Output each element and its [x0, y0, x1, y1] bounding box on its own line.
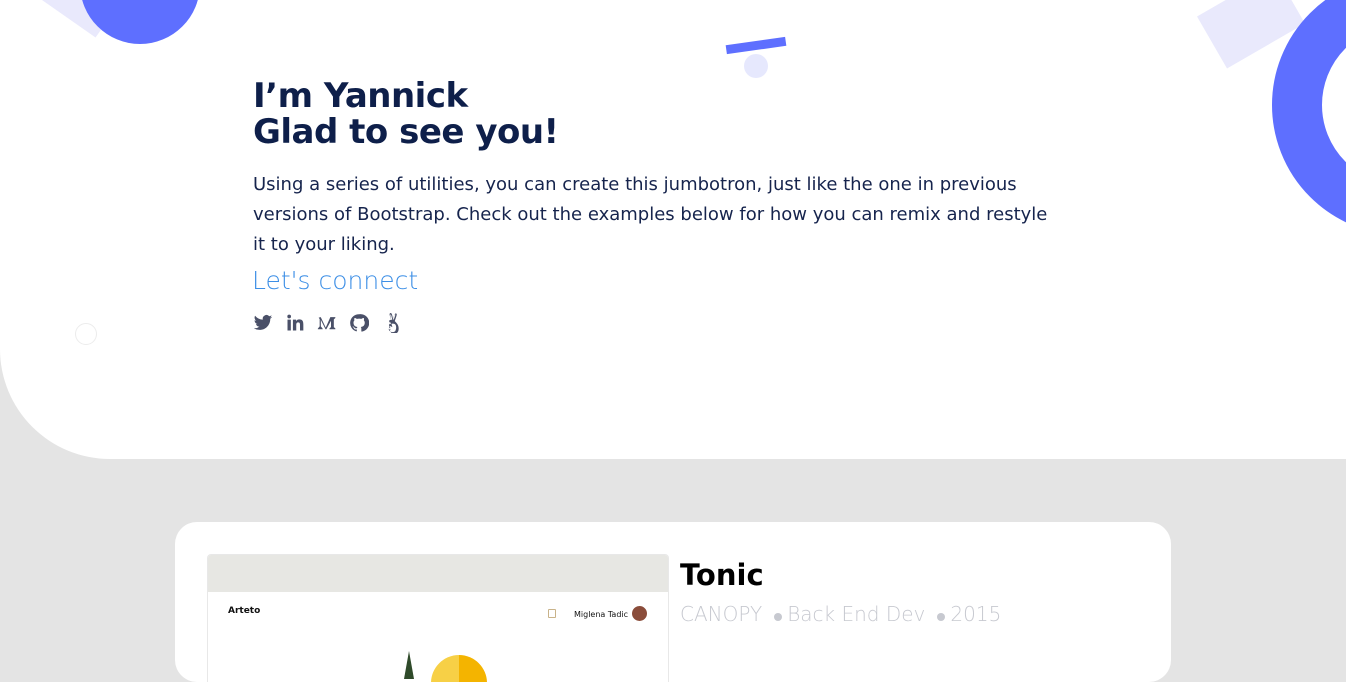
project-title: Tonic [680, 558, 764, 592]
separator-dot [774, 613, 783, 621]
social-links [252, 312, 402, 334]
fruit-illustration [431, 655, 487, 682]
twitter-icon[interactable] [252, 312, 274, 334]
hero-section: I’m Yannick Glad to see you! Using a ser… [0, 0, 1346, 459]
linkedin-icon[interactable] [284, 312, 306, 334]
separator-dot [937, 613, 946, 621]
connect-link[interactable]: Let's connect [252, 266, 418, 295]
title-line-2: Glad to see you! [253, 112, 559, 152]
preview-browser-bar [208, 555, 668, 592]
decorative-dot [744, 54, 768, 78]
preview-brand: Arteto [228, 606, 261, 616]
tree-illustration [404, 651, 414, 679]
decorative-bar [725, 36, 787, 55]
page-title: I’m Yannick Glad to see you! [253, 78, 559, 150]
project-year: 2015 [950, 602, 1002, 626]
medium-icon[interactable] [316, 312, 338, 334]
avatar [632, 606, 647, 621]
angellist-icon[interactable] [380, 312, 402, 334]
github-icon[interactable] [348, 312, 370, 334]
intro-text: Using a series of utilities, you can cre… [253, 174, 1048, 255]
project-preview-image[interactable]: Arteto Miglena Tadic [207, 554, 669, 682]
preview-user-name: Miglena Tadic [574, 610, 629, 619]
title-line-1: I’m Yannick [253, 76, 468, 116]
project-role: Back End Dev [787, 602, 926, 626]
project-client: CANOPY [680, 602, 763, 626]
lock-icon [548, 609, 556, 618]
decorative-circle [80, 0, 200, 44]
decorative-ring-outline [75, 323, 97, 345]
project-card[interactable]: Arteto Miglena Tadic Tonic CANOPY Back E… [175, 522, 1171, 682]
project-meta: CANOPY Back End Dev 2015 [680, 602, 1001, 626]
